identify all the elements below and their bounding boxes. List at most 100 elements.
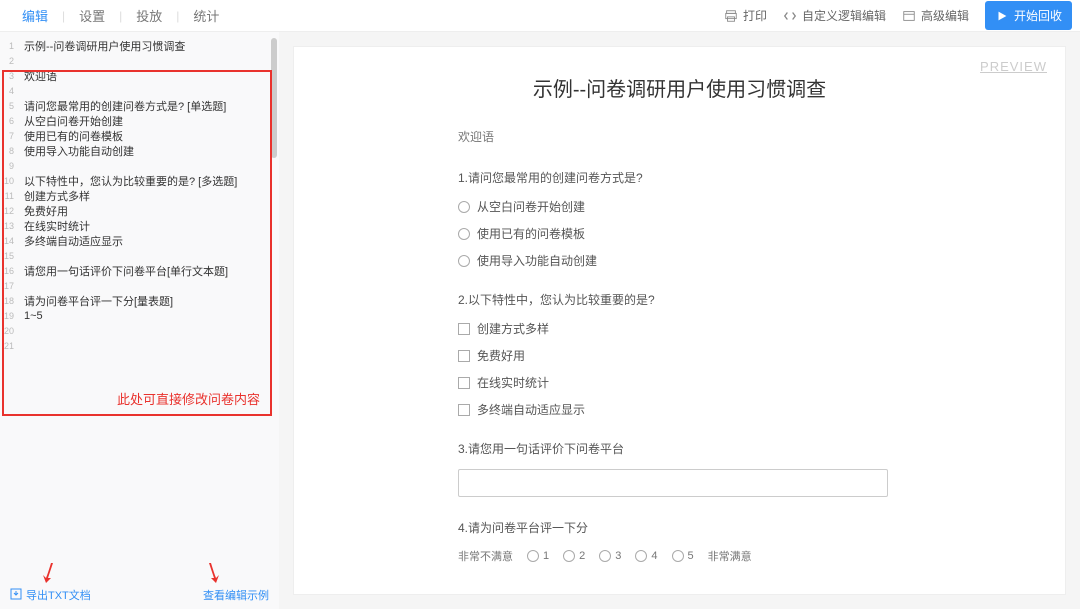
print-icon (724, 9, 738, 23)
radio-icon (458, 201, 470, 213)
logic-edit-button[interactable]: 自定义逻辑编辑 (783, 7, 886, 24)
editor-line[interactable]: 20 (0, 323, 279, 338)
editor-line[interactable]: 14多终端自动适应显示 (0, 233, 279, 248)
checkbox-icon (458, 323, 470, 335)
scale-option[interactable]: 3 (599, 550, 621, 562)
scale-number: 3 (615, 550, 621, 562)
editor-line[interactable]: 13在线实时统计 (0, 218, 279, 233)
editor-line[interactable]: 12免费好用 (0, 203, 279, 218)
view-example-button[interactable]: 查看编辑示例 (203, 587, 269, 603)
print-button[interactable]: 打印 (724, 7, 767, 24)
checkbox-option[interactable]: 创建方式多样 (458, 320, 921, 337)
scale-number: 4 (651, 550, 657, 562)
editor-line[interactable]: 11创建方式多样 (0, 188, 279, 203)
editor-line[interactable]: 1示例--问卷调研用户使用习惯调查 (0, 38, 279, 53)
logic-label: 自定义逻辑编辑 (802, 7, 886, 24)
line-text: 在线实时统计 (18, 218, 90, 234)
line-number: 16 (0, 266, 18, 276)
text-input[interactable] (458, 469, 888, 497)
radio-option[interactable]: 使用已有的问卷模板 (458, 225, 921, 242)
line-number: 13 (0, 221, 18, 231)
line-text: 从空白问卷开始创建 (18, 113, 123, 129)
editor-line[interactable]: 17 (0, 278, 279, 293)
editor-footer: 导出TXT文档 查看编辑示例 (0, 581, 279, 609)
editor-line[interactable]: 18请为问卷平台评一下分[量表题] (0, 293, 279, 308)
editor-scroll[interactable]: 1示例--问卷调研用户使用习惯调查23欢迎语45请问您最常用的创建问卷方式是? … (0, 32, 279, 581)
tab-distribute[interactable]: 投放 (122, 6, 176, 25)
line-text: 创建方式多样 (18, 188, 90, 204)
advanced-edit-button[interactable]: 高级编辑 (902, 7, 969, 24)
checkbox-option[interactable]: 在线实时统计 (458, 374, 921, 391)
radio-icon (563, 550, 575, 562)
editor-line[interactable]: 15 (0, 248, 279, 263)
checkbox-icon (458, 377, 470, 389)
line-text: 请问您最常用的创建问卷方式是? [单选题] (18, 98, 226, 114)
editor-line[interactable]: 8使用导入功能自动创建 (0, 143, 279, 158)
line-text: 示例--问卷调研用户使用习惯调查 (18, 38, 185, 54)
advanced-icon (902, 9, 916, 23)
editor-line[interactable]: 9 (0, 158, 279, 173)
editor-line[interactable]: 10以下特性中，您认为比较重要的是? [多选题] (0, 173, 279, 188)
line-number: 5 (0, 101, 18, 111)
editor-line[interactable]: 5请问您最常用的创建问卷方式是? [单选题] (0, 98, 279, 113)
radio-icon (458, 255, 470, 267)
code-icon (783, 9, 797, 23)
welcome-text: 欢迎语 (458, 128, 921, 145)
line-number: 12 (0, 206, 18, 216)
scale-option[interactable]: 5 (672, 550, 694, 562)
radio-icon (635, 550, 647, 562)
scrollbar-thumb[interactable] (271, 38, 277, 158)
start-label: 开始回收 (1014, 7, 1062, 24)
text-editor[interactable]: 1示例--问卷调研用户使用习惯调查23欢迎语45请问您最常用的创建问卷方式是? … (0, 32, 279, 353)
export-label: 导出TXT文档 (26, 587, 91, 603)
tab-stats[interactable]: 统计 (179, 6, 233, 25)
export-icon (10, 588, 22, 603)
line-number: 21 (0, 341, 18, 351)
checkbox-option[interactable]: 免费好用 (458, 347, 921, 364)
line-number: 20 (0, 326, 18, 336)
question-text: 3.请您用一句话评价下问卷平台 (458, 440, 921, 457)
scale-number: 1 (543, 550, 549, 562)
left-editor-pane: 1示例--问卷调研用户使用习惯调查23欢迎语45请问您最常用的创建问卷方式是? … (0, 32, 279, 609)
editor-line[interactable]: 7使用已有的问卷模板 (0, 128, 279, 143)
radio-option[interactable]: 使用导入功能自动创建 (458, 252, 921, 269)
editor-line[interactable]: 6从空白问卷开始创建 (0, 113, 279, 128)
scale-option[interactable]: 4 (635, 550, 657, 562)
scale-option[interactable]: 2 (563, 550, 585, 562)
question-2: 2.以下特性中，您认为比较重要的是? 创建方式多样 免费好用 在线实时统计 多终… (458, 291, 921, 418)
line-number: 2 (0, 56, 18, 66)
option-label: 在线实时统计 (477, 374, 549, 391)
editor-line[interactable]: 21 (0, 338, 279, 353)
start-collect-button[interactable]: 开始回收 (985, 1, 1072, 30)
line-text: 免费好用 (18, 203, 68, 219)
scale-number: 5 (688, 550, 694, 562)
line-text: 1~5 (18, 310, 43, 322)
line-number: 6 (0, 116, 18, 126)
editor-line[interactable]: 16请您用一句话评价下问卷平台[单行文本题] (0, 263, 279, 278)
radio-icon (599, 550, 611, 562)
rating-scale: 非常不满意 1 2 3 4 5 非常满意 (458, 548, 921, 564)
line-number: 11 (0, 191, 18, 201)
checkbox-icon (458, 350, 470, 362)
editor-line[interactable]: 191~5 (0, 308, 279, 323)
tab-settings[interactable]: 设置 (65, 6, 119, 25)
editor-line[interactable]: 2 (0, 53, 279, 68)
editor-line[interactable]: 4 (0, 83, 279, 98)
right-preview-pane: PREVIEW 示例--问卷调研用户使用习惯调查 欢迎语 1.请问您最常用的创建… (279, 32, 1080, 609)
line-text: 请为问卷平台评一下分[量表题] (18, 293, 173, 309)
line-text: 使用已有的问卷模板 (18, 128, 123, 144)
line-number: 10 (0, 176, 18, 186)
play-icon (995, 9, 1009, 23)
checkbox-option[interactable]: 多终端自动适应显示 (458, 401, 921, 418)
line-number: 8 (0, 146, 18, 156)
radio-icon (527, 550, 539, 562)
editor-line[interactable]: 3欢迎语 (0, 68, 279, 83)
tab-edit[interactable]: 编辑 (8, 6, 62, 25)
line-number: 17 (0, 281, 18, 291)
export-txt-button[interactable]: 导出TXT文档 (10, 587, 91, 603)
radio-option[interactable]: 从空白问卷开始创建 (458, 198, 921, 215)
line-text: 以下特性中，您认为比较重要的是? [多选题] (18, 173, 237, 189)
line-number: 15 (0, 251, 18, 261)
scale-option[interactable]: 1 (527, 550, 549, 562)
top-bar: 编辑 | 设置 | 投放 | 统计 打印 自定义逻辑编辑 高级编辑 开始回收 (0, 0, 1080, 32)
